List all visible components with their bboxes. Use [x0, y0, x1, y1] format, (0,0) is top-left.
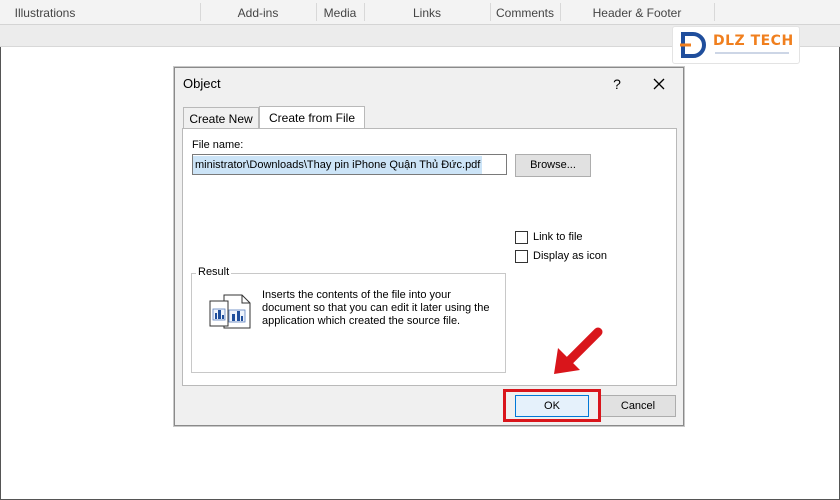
- ribbon-separator: [714, 3, 715, 21]
- link-to-file-label[interactable]: Link to file: [533, 231, 583, 243]
- ribbon-group-links[interactable]: Links: [364, 0, 490, 24]
- dlz-tech-logo: DLZ TECH: [672, 26, 800, 64]
- file-name-value: ministrator\Downloads\Thay pin iPhone Qu…: [193, 156, 483, 174]
- ribbon-group-media[interactable]: Media: [316, 0, 364, 24]
- logo-tagline-bar: [715, 52, 789, 54]
- file-name-input[interactable]: ministrator\Downloads\Thay pin iPhone Qu…: [192, 154, 507, 175]
- red-arrow-icon: [554, 327, 603, 374]
- link-to-file-checkbox[interactable]: [515, 231, 528, 244]
- display-as-icon-label[interactable]: Display as icon: [533, 250, 607, 262]
- result-group: Result Inserts the contents of the file …: [191, 266, 506, 373]
- cancel-button[interactable]: Cancel: [600, 395, 676, 417]
- embedded-document-icon: [209, 294, 251, 329]
- result-label: Result: [196, 266, 232, 278]
- result-description: Inserts the contents of the file into yo…: [262, 289, 490, 327]
- help-button[interactable]: ?: [607, 74, 627, 94]
- close-icon: [653, 78, 665, 90]
- logo-brand-text: DLZ TECH: [713, 33, 794, 49]
- file-name-label: File name:: [192, 139, 244, 151]
- display-as-icon-checkbox[interactable]: [515, 250, 528, 263]
- ribbon-group-comments[interactable]: Comments: [490, 0, 560, 24]
- ribbon-group-header-footer[interactable]: Header & Footer: [560, 0, 714, 24]
- browse-button[interactable]: Browse...: [515, 154, 591, 177]
- ribbon-group-illustrations[interactable]: Illustrations: [0, 0, 90, 24]
- ok-highlight-box: [503, 389, 601, 422]
- ribbon-group-add-ins[interactable]: Add-ins: [200, 0, 316, 24]
- dialog-title: Object: [183, 76, 221, 91]
- close-button[interactable]: [647, 72, 671, 96]
- dlz-logo-icon: [680, 32, 706, 58]
- object-dialog: Object ? Create New Create from File Fil…: [174, 67, 684, 426]
- ribbon-bar: Illustrations Add-ins Media Links Commen…: [0, 0, 840, 25]
- tab-create-new[interactable]: Create New: [183, 107, 259, 130]
